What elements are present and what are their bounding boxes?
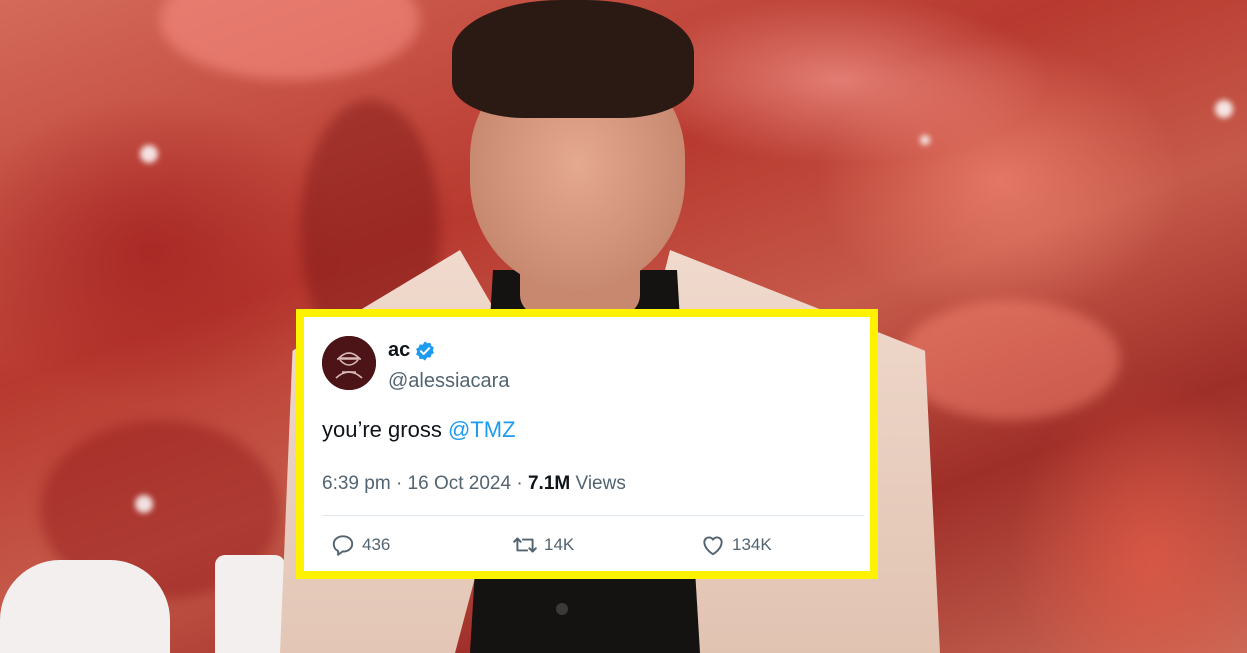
author-name-row: ac — [388, 339, 436, 362]
views-label: Views — [575, 473, 626, 494]
avatar-icon — [322, 336, 376, 390]
repost-button[interactable]: 14K — [512, 532, 574, 558]
repost-icon — [513, 537, 537, 553]
tweet-time[interactable]: 6:39 pm — [322, 473, 391, 494]
reply-count: 436 — [362, 535, 391, 554]
meta-separator: · — [516, 473, 528, 494]
user-handle[interactable]: @alessiacara — [388, 370, 509, 393]
views-count: 7.1M — [527, 473, 571, 494]
tweet-card: ac @alessiacara you’re gross @TMZ 6:39 p… — [304, 317, 870, 571]
tweet-date[interactable]: 16 Oct 2024 — [408, 473, 512, 494]
tweet-meta: 6:39 pm · 16 Oct 2024 · 7.1M Views — [322, 473, 626, 495]
tweet-body: you’re gross — [322, 417, 442, 442]
divider — [322, 515, 864, 516]
tweet-text: you’re gross @TMZ — [322, 417, 516, 443]
reply-button[interactable]: 436 — [330, 532, 390, 558]
repost-count: 14K — [544, 535, 575, 554]
heart-icon — [703, 536, 723, 556]
like-count: 134K — [732, 535, 772, 554]
like-button[interactable]: 134K — [700, 532, 772, 558]
mention-link[interactable]: @TMZ — [448, 417, 516, 442]
meta-separator: · — [395, 473, 408, 494]
tweet-actions: 436 14K 134K — [322, 532, 864, 562]
reply-icon — [332, 535, 354, 556]
display-name[interactable]: ac — [388, 339, 410, 362]
verified-badge-icon — [416, 340, 435, 361]
tweet-highlight-frame: ac @alessiacara you’re gross @TMZ 6:39 p… — [296, 309, 878, 579]
avatar[interactable] — [322, 336, 376, 390]
